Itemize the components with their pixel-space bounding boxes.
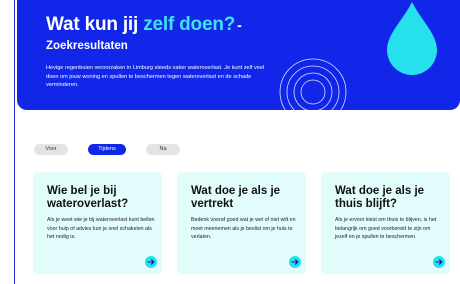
title-dash: -: [237, 17, 242, 33]
hero-illustration: [279, 2, 437, 110]
arrow-right-icon[interactable]: [289, 256, 301, 268]
ripple-circles-icon: [279, 58, 347, 110]
water-drop-icon: [387, 2, 437, 75]
card-text: Als je ervoor kiest om thuis te blijven,…: [335, 217, 437, 241]
result-card[interactable]: Wat doe je als je thuis blijft? Als je e…: [321, 172, 450, 274]
result-card[interactable]: Wie bel je bij wateroverlast? Als je wee…: [33, 172, 162, 274]
arrow-right-icon[interactable]: [145, 256, 157, 268]
card-title: Wat doe je als je thuis blijft?: [335, 185, 425, 210]
tab-tijdens[interactable]: Tijdens: [88, 144, 126, 155]
title-accent: zelf doen?: [143, 14, 236, 35]
page-title: Wat kun jij zelf doen? -: [46, 14, 242, 36]
result-card[interactable]: Wat doe je als je vertrekt Bedenk vooraf…: [177, 172, 306, 274]
arrow-right-icon[interactable]: [433, 256, 445, 268]
hero-banner: Wat kun jij zelf doen? - Zoekresultaten H…: [17, 0, 460, 110]
tab-voor[interactable]: Voor: [34, 144, 68, 155]
card-title: Wie bel je bij wateroverlast?: [47, 185, 129, 210]
card-text: Als je weet wie je bij wateroverlast kun…: [47, 217, 155, 241]
tab-na[interactable]: Na: [146, 144, 180, 155]
card-title: Wat doe je als je vertrekt: [191, 185, 281, 210]
title-main: Wat kun jij: [46, 14, 139, 35]
hero-intro-text: Hevige regenbuien veroorzaken in Limburg…: [46, 65, 265, 89]
page-subtitle: Zoekresultaten: [46, 40, 128, 52]
card-text: Bedenk vooraf goed wat je wel of niet wi…: [191, 217, 296, 241]
